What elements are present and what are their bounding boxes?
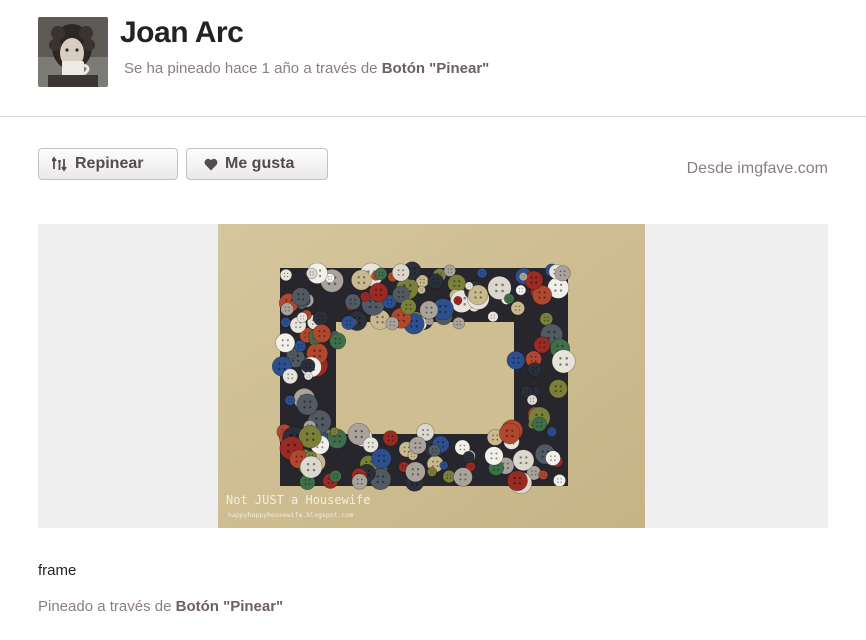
repin-button[interactable]: Repinear xyxy=(38,148,178,180)
user-name[interactable]: Joan Arc xyxy=(120,16,244,50)
repin-label: Repinear xyxy=(75,155,144,172)
pin-header: Joan Arc Se ha pineado hace 1 año a trav… xyxy=(0,0,866,117)
pin-image-container: Not JUST a Housewife happyhappyhousewife… xyxy=(38,224,828,528)
pin-meta: Se ha pineado hace 1 año a través de Bot… xyxy=(124,60,489,77)
image-watermark-url: happyhappyhousewife.blogspot.com xyxy=(228,511,353,519)
pinned-via-footer-link[interactable]: Botón "Pinear" xyxy=(176,598,284,615)
source-link[interactable]: Desde imgfave.com xyxy=(687,160,828,178)
pinned-time: Se ha pineado hace 1 año a través de xyxy=(124,60,378,77)
pinned-via-footer: Pineado a través de Botón "Pinear" xyxy=(38,598,283,615)
pin-image[interactable]: Not JUST a Housewife happyhappyhousewife… xyxy=(218,224,645,528)
repin-icon xyxy=(52,156,68,172)
heart-icon xyxy=(204,158,218,171)
like-button[interactable]: Me gusta xyxy=(186,148,328,180)
avatar[interactable] xyxy=(38,17,108,87)
pinned-via-prefix: Pineado a través de xyxy=(38,598,172,615)
image-watermark-title: Not JUST a Housewife xyxy=(226,493,371,507)
pinned-via-link[interactable]: Botón "Pinear" xyxy=(382,60,490,77)
like-label: Me gusta xyxy=(225,155,295,172)
pin-caption: frame xyxy=(38,562,77,579)
